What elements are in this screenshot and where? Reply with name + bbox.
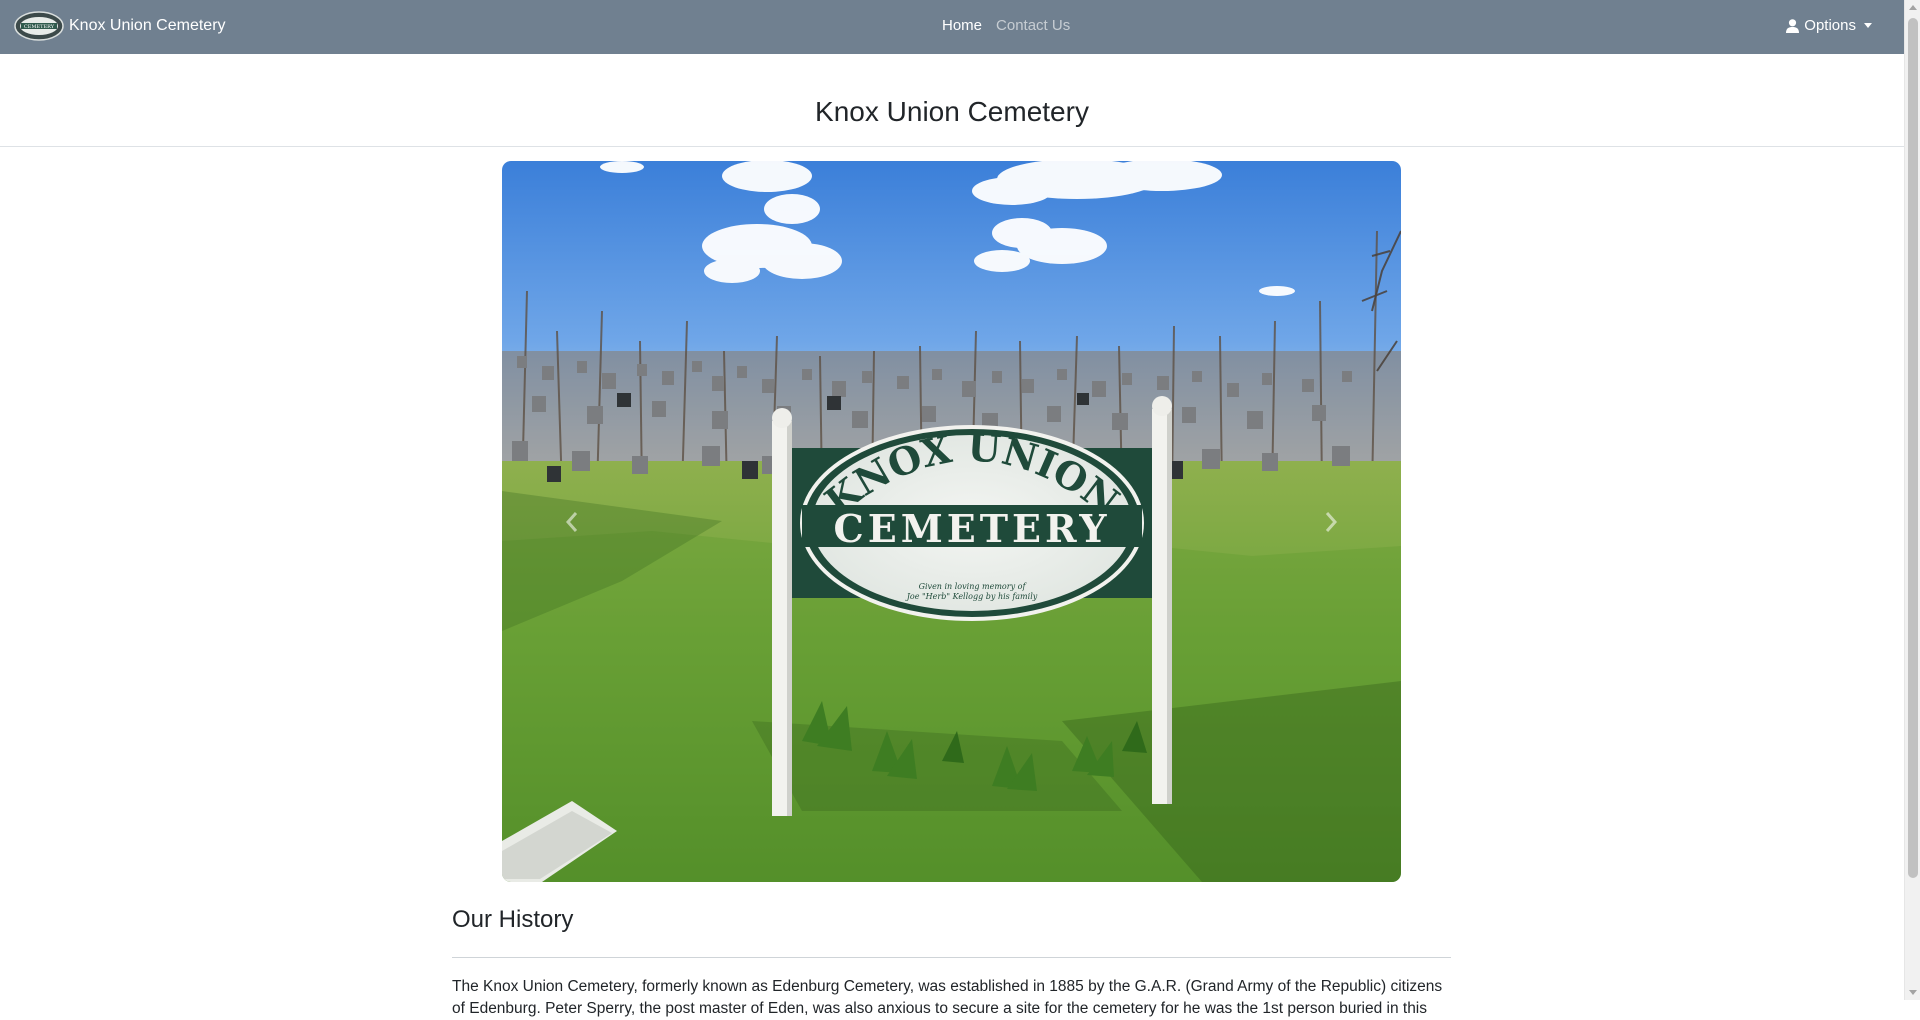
page-scrollbar[interactable] xyxy=(1904,0,1920,1000)
sign-dedication-line1: Given in loving memory of xyxy=(919,582,1028,591)
history-section: Our History The Knox Union Cemetery, for… xyxy=(452,900,1451,1020)
page-title: Knox Union Cemetery xyxy=(815,96,1089,127)
history-divider xyxy=(452,957,1451,958)
scroll-up-icon[interactable] xyxy=(1909,5,1917,10)
carousel-prev-button[interactable] xyxy=(502,161,642,882)
caret-down-icon xyxy=(1864,23,1872,28)
sign-dedication-line2: Joe "Herb" Kellogg by his family xyxy=(905,592,1038,601)
nav-home-link[interactable]: Home xyxy=(942,17,982,34)
history-paragraph: The Knox Union Cemetery, formerly known … xyxy=(452,978,1443,1017)
carousel-next-button[interactable] xyxy=(1261,161,1401,882)
user-icon xyxy=(1786,18,1800,33)
chevron-right-icon xyxy=(1325,511,1338,532)
sign-text-bottom: CEMETERY xyxy=(833,506,1110,551)
history-heading: Our History xyxy=(452,906,574,933)
brand-title[interactable]: Knox Union Cemetery xyxy=(69,11,226,41)
top-navbar: CEMETERY Knox Union Cemetery Home Contac… xyxy=(0,0,1904,54)
chevron-left-icon xyxy=(565,511,578,532)
image-carousel: KNOX UNION CEMETERY Given in loving memo… xyxy=(502,161,1401,882)
nav-contact-link[interactable]: Contact Us xyxy=(996,17,1070,34)
scroll-thumb[interactable] xyxy=(1908,18,1918,878)
logo-text: CEMETERY xyxy=(24,24,55,30)
scroll-down-icon[interactable] xyxy=(1909,990,1917,995)
options-dropdown[interactable]: Options xyxy=(1786,17,1872,34)
options-label[interactable]: Options xyxy=(1804,17,1856,34)
main-nav: Home Contact Us xyxy=(942,17,1070,34)
title-divider xyxy=(0,146,1904,147)
cemetery-logo: CEMETERY xyxy=(14,11,64,41)
brand-link[interactable]: CEMETERY Knox Union Cemetery xyxy=(14,11,226,41)
